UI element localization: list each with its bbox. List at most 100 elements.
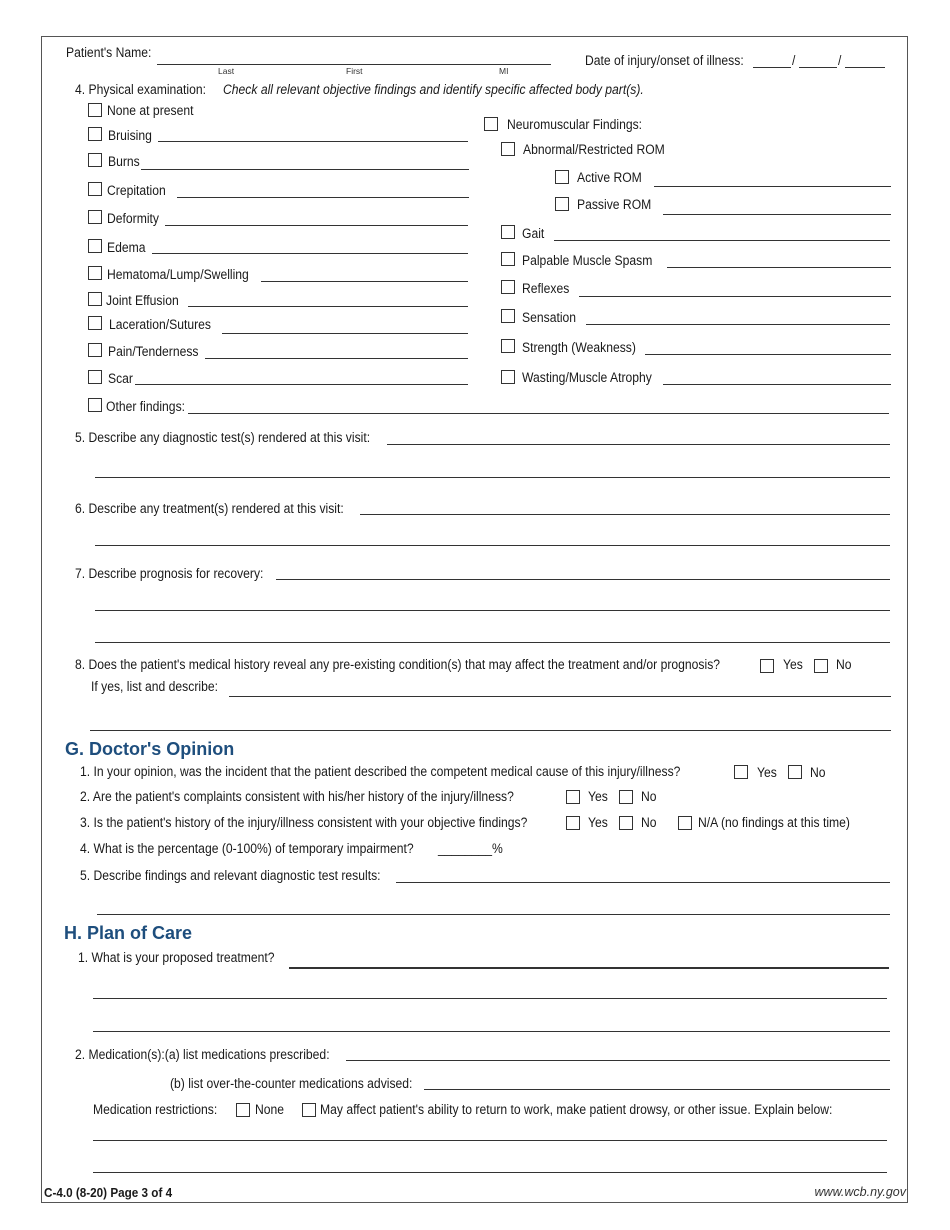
scar-field[interactable] bbox=[135, 384, 468, 385]
neuromuscular-checkbox[interactable] bbox=[484, 117, 498, 131]
reflexes-label: Reflexes bbox=[522, 281, 570, 296]
scar-checkbox[interactable] bbox=[88, 370, 102, 384]
joint-effusion-checkbox[interactable] bbox=[88, 292, 102, 306]
abnormal-rom-checkbox[interactable] bbox=[501, 142, 515, 156]
active-rom-checkbox[interactable] bbox=[555, 170, 569, 184]
none-at-present-checkbox[interactable] bbox=[88, 103, 102, 117]
crepitation-checkbox[interactable] bbox=[88, 182, 102, 196]
h-q2b-label: (b) list over-the-counter medications ad… bbox=[170, 1076, 413, 1091]
hematoma-field[interactable] bbox=[261, 281, 468, 282]
date-month-field[interactable] bbox=[753, 67, 791, 68]
none-at-present-label: None at present bbox=[107, 103, 194, 118]
bruising-field[interactable] bbox=[158, 141, 468, 142]
g-q3-no-checkbox[interactable] bbox=[619, 816, 633, 830]
restriction-explain-field[interactable] bbox=[93, 1140, 887, 1141]
other-findings-label: Other findings: bbox=[106, 399, 186, 414]
h-q1-field[interactable] bbox=[289, 967, 889, 969]
deformity-checkbox[interactable] bbox=[88, 210, 102, 224]
q8-yes-checkbox[interactable] bbox=[760, 659, 774, 673]
g-q1-no-checkbox[interactable] bbox=[788, 765, 802, 779]
hematoma-checkbox[interactable] bbox=[88, 266, 102, 280]
burns-checkbox[interactable] bbox=[88, 153, 102, 167]
g-q3-yes-label: Yes bbox=[588, 815, 608, 830]
gait-field[interactable] bbox=[554, 240, 890, 241]
g-q5-field-line2[interactable] bbox=[97, 914, 890, 915]
g-q2-yes-label: Yes bbox=[588, 789, 608, 804]
restriction-affect-label: May affect patient's ability to return t… bbox=[320, 1102, 833, 1117]
g-q3-na-checkbox[interactable] bbox=[678, 816, 692, 830]
neuromuscular-label: Neuromuscular Findings: bbox=[507, 117, 643, 132]
sensation-field[interactable] bbox=[586, 324, 890, 325]
website-link[interactable]: www.wcb.ny.gov bbox=[815, 1185, 906, 1199]
wasting-atrophy-field[interactable] bbox=[663, 384, 891, 385]
section-h-heading: H. Plan of Care bbox=[64, 923, 193, 943]
q8-followup-label: If yes, list and describe: bbox=[91, 679, 218, 694]
wasting-atrophy-label: Wasting/Muscle Atrophy bbox=[522, 370, 652, 385]
h-q1-field-line3[interactable] bbox=[93, 1031, 890, 1032]
palpable-muscle-spasm-checkbox[interactable] bbox=[501, 252, 515, 266]
patient-name-field[interactable] bbox=[157, 64, 551, 65]
joint-effusion-field[interactable] bbox=[188, 306, 468, 307]
q8-followup-field-line2[interactable] bbox=[90, 730, 891, 731]
laceration-field[interactable] bbox=[222, 333, 468, 334]
wasting-atrophy-checkbox[interactable] bbox=[501, 370, 515, 384]
edema-checkbox[interactable] bbox=[88, 239, 102, 253]
h-q1-field-line2[interactable] bbox=[93, 998, 887, 999]
h-q2a-field[interactable] bbox=[346, 1060, 890, 1061]
passive-rom-field[interactable] bbox=[663, 214, 891, 215]
restriction-affect-checkbox[interactable] bbox=[302, 1103, 316, 1117]
g-q5-field[interactable] bbox=[396, 882, 890, 883]
burns-field[interactable] bbox=[141, 169, 469, 170]
g-q1-yes-checkbox[interactable] bbox=[734, 765, 748, 779]
sensation-checkbox[interactable] bbox=[501, 309, 515, 323]
date-year-field[interactable] bbox=[845, 67, 885, 68]
gait-checkbox[interactable] bbox=[501, 225, 515, 239]
g-q3-yes-checkbox[interactable] bbox=[566, 816, 580, 830]
bruising-label: Bruising bbox=[108, 128, 152, 143]
g-q1-label: 1. In your opinion, was the incident tha… bbox=[80, 764, 681, 779]
q5-diagnostic-field[interactable] bbox=[387, 444, 890, 445]
q6-treatment-field[interactable] bbox=[360, 514, 890, 515]
g-q2-yes-checkbox[interactable] bbox=[566, 790, 580, 804]
edema-label: Edema bbox=[107, 240, 146, 255]
form-id: C-4.0 (8-20) Page 3 of 4 bbox=[44, 1185, 173, 1200]
h-q2a-label: 2. Medication(s):(a) list medications pr… bbox=[75, 1047, 330, 1062]
active-rom-field[interactable] bbox=[654, 186, 891, 187]
restriction-explain-field-line2[interactable] bbox=[93, 1172, 887, 1173]
reflexes-field[interactable] bbox=[579, 296, 891, 297]
pain-tenderness-field[interactable] bbox=[205, 358, 468, 359]
other-findings-field[interactable] bbox=[188, 413, 889, 414]
q6-treatment-field-line2[interactable] bbox=[95, 545, 890, 546]
crepitation-field[interactable] bbox=[177, 197, 469, 198]
laceration-label: Laceration/Sutures bbox=[109, 317, 211, 332]
medication-restrictions-label: Medication restrictions: bbox=[93, 1102, 218, 1117]
pain-tenderness-checkbox[interactable] bbox=[88, 343, 102, 357]
other-findings-checkbox[interactable] bbox=[88, 398, 102, 412]
physical-exam-instruction: Check all relevant objective findings an… bbox=[223, 82, 644, 97]
g-q2-no-checkbox[interactable] bbox=[619, 790, 633, 804]
h-q2b-field[interactable] bbox=[424, 1089, 890, 1090]
laceration-checkbox[interactable] bbox=[88, 316, 102, 330]
reflexes-checkbox[interactable] bbox=[501, 280, 515, 294]
q8-no-checkbox[interactable] bbox=[814, 659, 828, 673]
palpable-muscle-spasm-field[interactable] bbox=[667, 267, 891, 268]
g-q4-label: 4. What is the percentage (0-100%) of te… bbox=[80, 841, 414, 856]
edema-field[interactable] bbox=[152, 253, 468, 254]
g-q4-impairment-field[interactable]: ________% bbox=[438, 841, 503, 856]
strength-checkbox[interactable] bbox=[501, 339, 515, 353]
q8-followup-field[interactable] bbox=[229, 696, 891, 697]
g-q1-no-label: No bbox=[810, 765, 826, 780]
strength-field[interactable] bbox=[645, 354, 891, 355]
restriction-none-checkbox[interactable] bbox=[236, 1103, 250, 1117]
g-q5-label: 5. Describe findings and relevant diagno… bbox=[80, 868, 381, 883]
passive-rom-checkbox[interactable] bbox=[555, 197, 569, 211]
bruising-checkbox[interactable] bbox=[88, 127, 102, 141]
pain-tenderness-label: Pain/Tenderness bbox=[108, 344, 199, 359]
q7-prognosis-field-line3[interactable] bbox=[95, 642, 890, 643]
deformity-field[interactable] bbox=[165, 225, 468, 226]
date-day-field[interactable] bbox=[799, 67, 837, 68]
date-of-injury-label: Date of injury/onset of illness: bbox=[585, 53, 744, 68]
q7-prognosis-field[interactable] bbox=[276, 579, 890, 580]
q7-prognosis-field-line2[interactable] bbox=[95, 610, 890, 611]
q5-diagnostic-field-line2[interactable] bbox=[95, 477, 890, 478]
